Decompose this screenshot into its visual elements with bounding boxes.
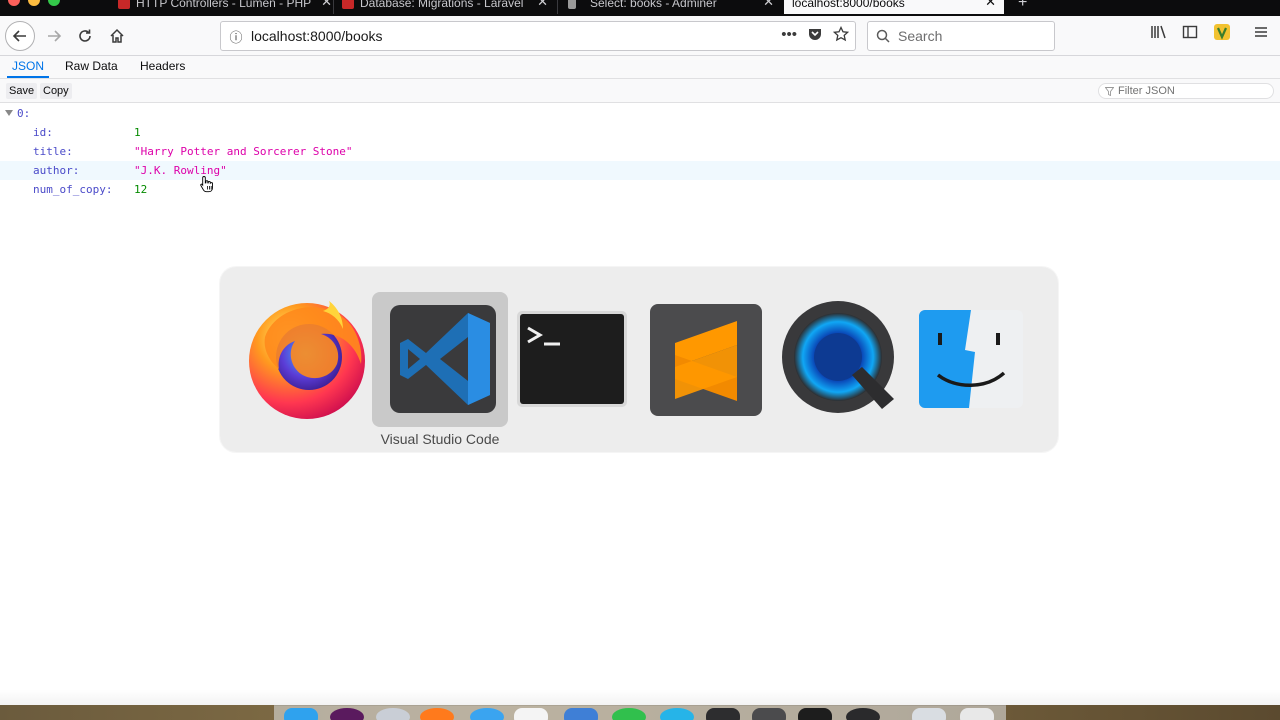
dock-app-icon[interactable] xyxy=(470,708,504,720)
site-info-icon[interactable]: ⓘ xyxy=(221,27,251,46)
dock-app-icon[interactable] xyxy=(376,708,410,720)
dock-app-icon[interactable] xyxy=(612,708,646,720)
window-zoom-button[interactable] xyxy=(48,0,60,6)
tab-label: Select: books - Adminer xyxy=(590,0,717,10)
filter-json-input[interactable]: Filter JSON xyxy=(1098,83,1274,99)
dock-app-icon[interactable] xyxy=(564,708,598,720)
window-close-button[interactable] xyxy=(8,0,20,6)
lumen-favicon-icon xyxy=(118,0,130,9)
tab-divider xyxy=(557,0,558,14)
dock-firefox-icon[interactable] xyxy=(420,708,454,720)
dock-trash-icon[interactable] xyxy=(960,708,994,720)
laravel-favicon-icon xyxy=(342,0,354,9)
save-button[interactable]: Save xyxy=(6,83,38,99)
dock-sublime-icon[interactable] xyxy=(752,708,786,720)
tab-label: HTTP Controllers - Lumen - PHP xyxy=(136,0,312,10)
page-favicon-icon xyxy=(568,0,576,9)
dock-finder-icon[interactable] xyxy=(284,708,318,720)
dock-app-icon[interactable] xyxy=(330,708,364,720)
menu-icon[interactable] xyxy=(1253,24,1269,44)
tree-row[interactable]: title: "Harry Potter and Sorcerer Stone" xyxy=(0,142,1280,161)
tab-json[interactable]: JSON xyxy=(7,56,50,78)
filter-icon xyxy=(1105,86,1114,96)
search-icon xyxy=(876,29,890,43)
json-value: 12 xyxy=(134,183,148,196)
dock-quicktime-icon[interactable] xyxy=(846,708,880,720)
tree-row-highlighted[interactable]: author: "J.K. Rowling" xyxy=(0,161,1280,180)
json-key: num_of_copy: xyxy=(33,183,113,196)
reload-button[interactable] xyxy=(71,22,99,50)
back-button[interactable] xyxy=(5,21,35,51)
back-arrow-icon xyxy=(12,30,26,42)
page-actions-icon[interactable]: ••• xyxy=(781,26,797,43)
close-tab-icon[interactable]: ✕ xyxy=(763,0,774,10)
vscode-app-icon[interactable] xyxy=(388,301,500,417)
tab-adminer[interactable]: Select: books - Adminer ✕ xyxy=(568,0,774,14)
close-tab-icon[interactable]: ✕ xyxy=(985,0,996,10)
tab-label: Database: Migrations - Laravel xyxy=(360,0,524,10)
app-switcher: Visual Studio Code xyxy=(220,267,1058,452)
json-viewer-tabs: JSON Raw Data Headers xyxy=(0,56,1280,79)
json-value: 1 xyxy=(134,126,141,139)
home-icon xyxy=(110,28,124,43)
tab-laravel-migrations[interactable]: Database: Migrations - Laravel ✕ xyxy=(342,0,548,14)
close-tab-icon[interactable]: ✕ xyxy=(537,0,548,10)
tab-divider xyxy=(333,0,334,14)
url-text[interactable]: localhost:8000/books xyxy=(251,28,383,44)
json-key: title: xyxy=(33,145,73,158)
browser-window: HTTP Controllers - Lumen - PHP ✕ Databas… xyxy=(0,0,1280,720)
address-bar-actions: ••• xyxy=(781,26,849,43)
forward-arrow-icon xyxy=(48,30,62,42)
copy-button[interactable]: Copy xyxy=(40,83,72,99)
address-bar[interactable]: ⓘ localhost:8000/books ••• xyxy=(220,21,856,51)
hand-cursor-icon xyxy=(200,176,213,193)
library-icon[interactable] xyxy=(1150,24,1168,44)
sublime-text-app-icon[interactable] xyxy=(649,303,763,417)
new-tab-button[interactable]: + xyxy=(1018,0,1027,14)
tab-strip: HTTP Controllers - Lumen - PHP ✕ Databas… xyxy=(0,0,1280,16)
extension-v-icon[interactable] xyxy=(1214,24,1230,44)
dock-vscode-icon[interactable] xyxy=(706,708,740,720)
terminal-app-icon[interactable] xyxy=(516,310,628,408)
dock-folder-icon[interactable] xyxy=(912,708,946,720)
tree-row[interactable]: id: 1 xyxy=(0,123,1280,142)
reload-icon xyxy=(79,29,91,42)
json-key: author: xyxy=(33,164,80,177)
bookmark-star-icon[interactable] xyxy=(833,26,849,42)
home-button[interactable] xyxy=(103,22,131,50)
tab-localhost-books[interactable]: localhost:8000/books ✕ xyxy=(784,0,1004,14)
search-placeholder: Search xyxy=(898,28,943,44)
json-value: "Harry Potter and Sorcerer Stone" xyxy=(134,145,353,158)
tree-row[interactable]: num_of_copy: 12 xyxy=(0,180,1280,199)
search-box[interactable]: Search xyxy=(867,21,1055,51)
tab-headers[interactable]: Headers xyxy=(135,56,190,78)
navigation-toolbar: ⓘ localhost:8000/books ••• Search xyxy=(0,16,1280,56)
page-bottom-shade xyxy=(0,690,1280,705)
pocket-icon[interactable] xyxy=(807,26,823,42)
window-minimize-button[interactable] xyxy=(28,0,40,6)
json-key: 0: xyxy=(17,107,31,120)
json-key: id: xyxy=(33,126,53,139)
firefox-app-icon[interactable] xyxy=(247,297,367,421)
tab-label: localhost:8000/books xyxy=(792,0,905,10)
tab-raw-data[interactable]: Raw Data xyxy=(60,56,123,78)
collapse-triangle-icon[interactable] xyxy=(5,110,13,116)
dock-terminal-icon[interactable] xyxy=(798,708,832,720)
finder-app-icon[interactable] xyxy=(918,309,1024,409)
quicktime-app-icon[interactable] xyxy=(780,301,900,417)
tab-lumen-controllers[interactable]: HTTP Controllers - Lumen - PHP ✕ xyxy=(118,0,332,14)
filter-placeholder: Filter JSON xyxy=(1118,85,1175,97)
close-tab-icon[interactable]: ✕ xyxy=(321,0,332,10)
dock-calendar-icon[interactable] xyxy=(514,708,548,720)
dock-app-icon[interactable] xyxy=(660,708,694,720)
json-viewer-toolbar: Save Copy Filter JSON xyxy=(0,79,1280,103)
sidebar-icon[interactable] xyxy=(1182,24,1198,44)
forward-button[interactable] xyxy=(40,22,68,50)
selected-app-label: Visual Studio Code xyxy=(380,431,500,447)
tree-row-root[interactable]: 0: xyxy=(0,104,1280,123)
